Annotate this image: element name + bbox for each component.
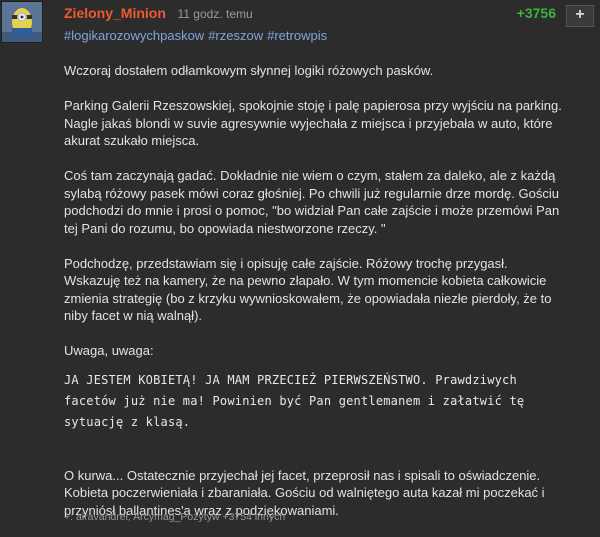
author-name[interactable]: Zielony_Minion: [64, 5, 166, 21]
vote-count: +3756: [516, 5, 556, 21]
tag-list: #logikarozowychpaskow #rzeszow #retrowpis: [64, 28, 331, 43]
quote-block: JA JESTEM KOBIETĄ! JA MAM PRZECIEŻ PIERW…: [64, 372, 525, 429]
entry-paragraph: Podchodzę, przedstawiam się i opisuję ca…: [64, 255, 552, 324]
voters-list[interactable]: +: airavandrel, Arcymag_Pozytyw +3754 in…: [64, 511, 285, 523]
tag-link[interactable]: #logikarozowychpaskow: [64, 28, 204, 43]
entry-paragraph: Uwaga, uwaga:: [64, 343, 154, 358]
minion-avatar-icon: [2, 2, 42, 42]
entry-paragraph: Coś tam zaczynają gadać. Dokładnie nie w…: [64, 168, 560, 236]
tag-link[interactable]: #rzeszow: [208, 28, 263, 43]
tag-link[interactable]: #retrowpis: [267, 28, 327, 43]
plus-button[interactable]: +: [566, 5, 594, 27]
entry-header: Zielony_Minion 11 godz. temu +3756 +: [64, 5, 594, 27]
entry-paragraph: Parking Galerii Rzeszowskiej, spokojnie …: [64, 98, 562, 148]
entry-body: Wczoraj dostałem odłamkowym słynnej logi…: [64, 62, 564, 537]
entry-time: 11 godz. temu: [177, 7, 253, 21]
entry-paragraph: Wczoraj dostałem odłamkowym słynnej logi…: [64, 63, 434, 78]
avatar[interactable]: [1, 1, 43, 43]
